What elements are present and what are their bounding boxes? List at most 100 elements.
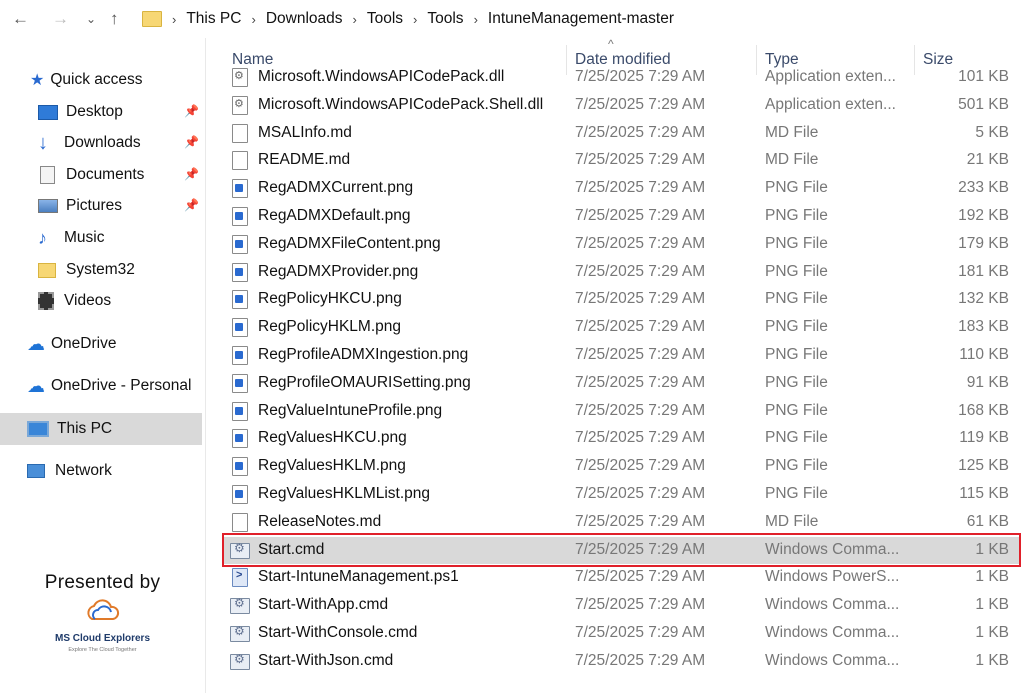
file-size: 91 KB xyxy=(966,373,1009,391)
breadcrumb-item[interactable]: Tools xyxy=(367,10,403,28)
file-type: PNG File xyxy=(765,485,828,502)
breadcrumb-item-current[interactable]: IntuneManagement-master xyxy=(488,10,674,28)
nav-item-quick-access[interactable]: ★ Quick access xyxy=(30,67,143,93)
file-type: PNG File xyxy=(765,262,828,280)
file-date-modified: 7/25/2025 7:29 AM xyxy=(575,179,706,197)
breadcrumb-separator-icon[interactable]: › xyxy=(353,12,357,27)
file-row[interactable]: RegProfileOMAURISetting.png 7/25/2025 7:2… xyxy=(222,370,1019,397)
folder-icon xyxy=(38,262,56,278)
pin-icon[interactable]: 📌 xyxy=(184,104,199,118)
presented-by-text: Presented by xyxy=(44,572,161,593)
breadcrumb-separator-icon[interactable]: › xyxy=(251,12,255,27)
file-name: RegProfileADMXIngestion.png xyxy=(258,346,469,363)
breadcrumb-separator-icon[interactable]: › xyxy=(474,12,478,27)
breadcrumb-item[interactable]: Downloads xyxy=(266,10,343,28)
star-icon: ★ xyxy=(30,72,45,89)
file-type: Application exten... xyxy=(765,95,896,113)
file-type: PNG File xyxy=(765,179,828,197)
file-size: 181 KB xyxy=(958,262,1009,280)
nav-item-this-pc[interactable]: This PC xyxy=(27,416,112,442)
forward-arrow-icon[interactable]: → xyxy=(52,8,69,30)
nav-label: OneDrive xyxy=(51,335,117,352)
file-row[interactable]: RegValueIntuneProfile.png 7/25/2025 7:29 … xyxy=(222,398,1019,425)
file-row[interactable]: RegADMXCurrent.png 7/25/2025 7:29 AM PNG F… xyxy=(222,175,1019,202)
breadcrumb-separator-icon[interactable]: › xyxy=(172,12,176,27)
file-row[interactable]: RegADMXProvider.png 7/25/2025 7:29 AM PNG … xyxy=(222,259,1019,286)
file-date-modified: 7/25/2025 7:29 AM xyxy=(575,346,706,363)
file-row[interactable]: MSALInfo.md 7/25/2025 7:29 AM MD File 5 KB xyxy=(222,120,1019,147)
film-icon xyxy=(38,292,54,310)
file-row[interactable]: Start-IntuneManagement.ps1 7/25/2025 7:29… xyxy=(222,564,1019,591)
file-name: RegADMXCurrent.png xyxy=(258,179,414,197)
file-size: 1 KB xyxy=(975,624,1009,641)
file-size: 501 KB xyxy=(958,95,1009,113)
pin-icon[interactable]: 📌 xyxy=(184,135,199,149)
file-date-modified: 7/25/2025 7:29 AM xyxy=(575,262,706,280)
nav-label: System32 xyxy=(66,261,135,278)
file-date-modified: 7/25/2025 7:29 AM xyxy=(575,401,706,419)
file-row[interactable]: Start-WithConsole.cmd 7/25/2025 7:29 AM Wi… xyxy=(222,620,1019,647)
sort-ascending-icon: ^ xyxy=(608,37,614,51)
nav-item-documents[interactable]: Documents xyxy=(38,162,144,188)
nav-item-system32[interactable]: System32 xyxy=(38,257,135,283)
file-size: 168 KB xyxy=(958,401,1009,419)
file-row[interactable]: Microsoft.WindowsAPICodePack.Shell.dll 7/… xyxy=(222,92,1019,119)
file-size: 21 KB xyxy=(966,151,1009,169)
pin-icon[interactable]: 📌 xyxy=(184,198,199,212)
file-name: ReleaseNotes.md xyxy=(258,512,382,530)
file-row[interactable]: RegValuesHKLM.png 7/25/2025 7:29 AM PNG Fi… xyxy=(222,453,1019,480)
file-row[interactable]: ReleaseNotes.md 7/25/2025 7:29 AM MD File 6… xyxy=(222,509,1019,536)
file-row[interactable]: RegValuesHKCU.png 7/25/2025 7:29 AM PNG Fi… xyxy=(222,425,1019,452)
recent-locations-chevron-icon[interactable]: ⌄ xyxy=(86,8,96,30)
file-type: MD File xyxy=(765,123,819,141)
breadcrumb[interactable]: › This PC › Downloads › Tools › Tools › … xyxy=(138,5,1024,33)
nav-item-pictures[interactable]: Pictures xyxy=(38,193,122,219)
file-row[interactable]: Microsoft.WindowsAPICodePack.dll 7/25/202… xyxy=(222,64,1019,91)
file-size: 192 KB xyxy=(958,207,1009,224)
file-name: RegADMXFileContent.png xyxy=(258,234,441,252)
file-row[interactable]: RegADMXFileContent.png 7/25/2025 7:29 AM P… xyxy=(222,231,1019,258)
back-arrow-icon[interactable]: ← xyxy=(12,8,29,30)
pane-divider[interactable] xyxy=(205,38,206,693)
pin-icon[interactable]: 📌 xyxy=(184,167,199,181)
cloud-icon: ☁ xyxy=(27,333,45,354)
breadcrumb-item[interactable]: Tools xyxy=(427,10,463,28)
file-date-modified: 7/25/2025 7:29 AM xyxy=(575,624,706,641)
file-size: 1 KB xyxy=(975,651,1009,669)
file-type: PNG File xyxy=(765,290,828,308)
up-arrow-icon[interactable]: ↑ xyxy=(110,8,119,30)
nav-label: Pictures xyxy=(66,197,122,214)
brand-name: MS Cloud Explorers xyxy=(54,633,150,644)
file-name: RegProfileOMAURISetting.png xyxy=(258,373,471,391)
file-name: Microsoft.WindowsAPICodePack.dll xyxy=(258,68,505,85)
file-type: Windows Comma... xyxy=(765,596,900,614)
breadcrumb-separator-icon[interactable]: › xyxy=(413,12,417,27)
nav-item-onedrive-personal[interactable]: ☁ OneDrive - Personal xyxy=(27,373,191,399)
highlight-annotation-box xyxy=(222,533,1021,567)
file-size: 179 KB xyxy=(958,234,1009,252)
nav-item-videos[interactable]: Videos xyxy=(38,288,111,314)
file-row[interactable]: Start-WithJson.cmd 7/25/2025 7:29 AM Windo… xyxy=(222,648,1019,675)
file-row[interactable]: RegValuesHKLMList.png 7/25/2025 7:29 AM PN… xyxy=(222,481,1019,508)
file-type: PNG File xyxy=(765,373,828,391)
nav-label: Downloads xyxy=(64,134,141,151)
nav-item-downloads[interactable]: ↓ Downloads xyxy=(38,130,141,156)
file-name: RegValuesHKLM.png xyxy=(258,457,406,475)
file-row[interactable]: RegADMXDefault.png 7/25/2025 7:29 AM PNG F… xyxy=(222,203,1019,230)
image-file-icon xyxy=(232,207,248,226)
nav-item-onedrive[interactable]: ☁ OneDrive xyxy=(27,331,116,357)
file-type: PNG File xyxy=(765,457,828,475)
nav-item-desktop[interactable]: Desktop xyxy=(38,99,123,125)
file-row[interactable]: RegPolicyHKLM.png 7/25/2025 7:29 AM PNG Fi… xyxy=(222,314,1019,341)
nav-item-network[interactable]: Network xyxy=(27,458,112,484)
breadcrumb-item[interactable]: This PC xyxy=(186,10,241,28)
file-type: PNG File xyxy=(765,234,828,252)
image-file-icon xyxy=(232,429,248,449)
nav-item-music[interactable]: ♪ Music xyxy=(38,225,104,251)
file-name: RegPolicyHKLM.png xyxy=(258,318,402,336)
file-name: README.md xyxy=(258,151,351,169)
file-row[interactable]: Start-WithApp.cmd 7/25/2025 7:29 AM Window… xyxy=(222,592,1019,619)
file-row[interactable]: RegPolicyHKCU.png 7/25/2025 7:29 AM PNG Fi… xyxy=(222,286,1019,313)
file-row[interactable]: RegProfileADMXIngestion.png 7/25/2025 7:2… xyxy=(222,342,1019,369)
file-row[interactable]: README.md 7/25/2025 7:29 AM MD File 21 KB xyxy=(222,147,1019,174)
